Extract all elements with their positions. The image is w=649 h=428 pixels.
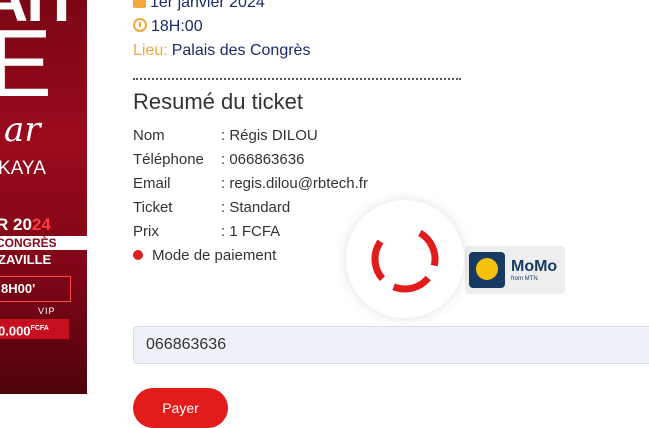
poster-script-text: ar	[4, 110, 41, 150]
summary-row-phone: Téléphone: 066863636	[133, 151, 305, 168]
momo-logo-icon	[469, 252, 505, 288]
payment-mode-label: Mode de paiement	[133, 247, 276, 264]
summary-row-ticket: Ticket: Standard	[133, 199, 291, 216]
event-location: Lieu: Palais des Congrès	[133, 42, 310, 60]
event-date: 1er janvier 2024	[133, 0, 265, 12]
poster-title-fragment-2: E	[0, 10, 53, 117]
poster-price: 0.000FCFA	[0, 319, 69, 339]
pay-button[interactable]: Payer	[133, 388, 228, 428]
poster-venue: CONGRÈS	[0, 236, 87, 250]
poster-artist: KAYA	[0, 158, 46, 179]
summary-row-name: Nom: Régis DILOU	[133, 127, 318, 144]
summary-row-price: Prix: 1 FCFA	[133, 223, 281, 240]
event-poster: AIT E ar KAYA R 2024 CONGRÈS ZAVILLE 8H0…	[0, 0, 87, 394]
location-label: Lieu:	[133, 42, 168, 59]
location-value: Palais des Congrès	[171, 42, 311, 59]
momo-payment-option[interactable]: MoMo from MTN	[465, 246, 565, 294]
poster-city: ZAVILLE	[0, 252, 52, 267]
summary-title: Resumé du ticket	[133, 89, 303, 114]
spinner-icon	[371, 225, 439, 293]
event-time: 18H:00	[133, 18, 203, 36]
divider	[133, 78, 461, 80]
summary-row-email: Email: regis.dilou@rbtech.fr	[133, 175, 368, 192]
poster-vip: VIP	[38, 306, 56, 316]
calendar-icon	[133, 0, 146, 8]
bullet-icon	[133, 250, 143, 260]
phone-number-input[interactable]	[133, 326, 649, 364]
momo-name: MoMo	[511, 258, 558, 275]
loading-spinner	[346, 200, 464, 318]
momo-sub: from MTN	[511, 276, 538, 282]
poster-date: R 2024	[0, 215, 51, 234]
clock-icon	[133, 18, 147, 32]
poster-time: 8H00'	[0, 276, 71, 302]
